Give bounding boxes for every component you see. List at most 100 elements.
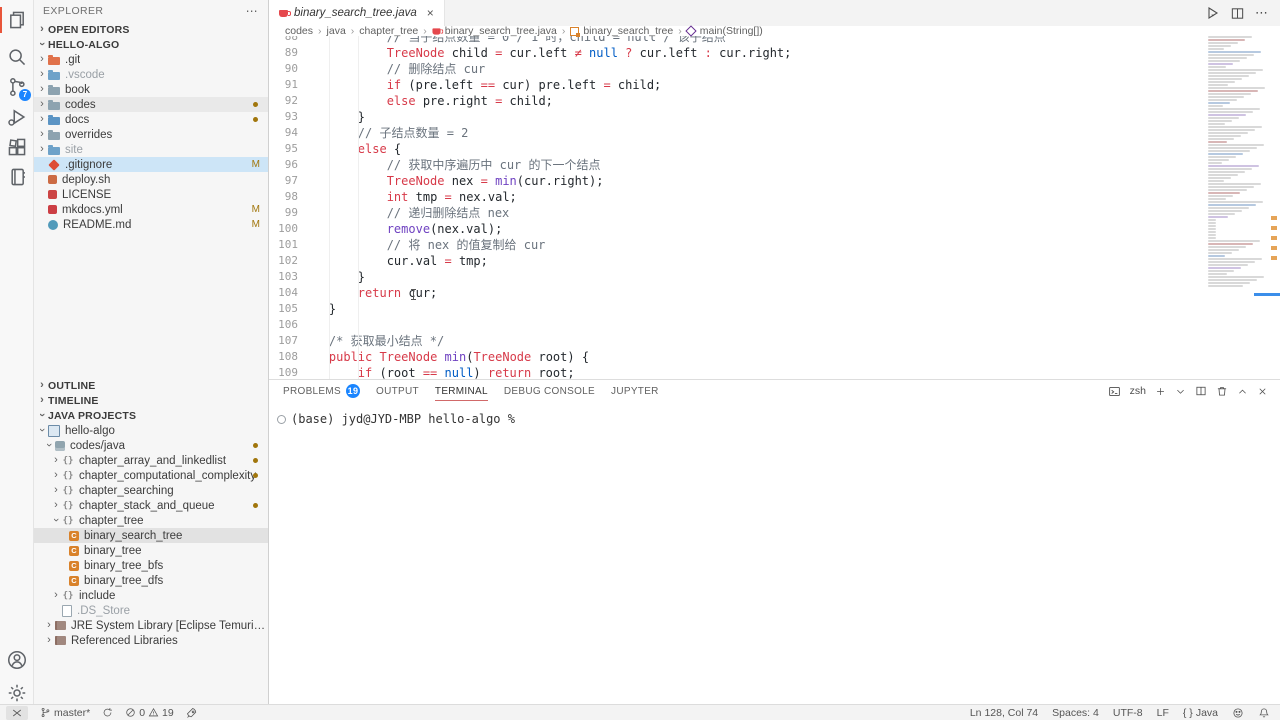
rocket-icon[interactable] (186, 707, 198, 719)
extensions-icon[interactable] (0, 132, 33, 162)
tree-item-chapter-searching[interactable]: ›{}chapter_searching (33, 483, 268, 498)
breadcrumb-item-main-string[interactable]: main(String[]) (687, 25, 763, 37)
code-line-106[interactable]: 106 (269, 317, 1280, 333)
breadcrumb-item-java[interactable]: java (327, 25, 346, 37)
line-number[interactable]: 100 (269, 221, 298, 237)
tree-item-jre-system-library-eclipse-temurin-17-17[interactable]: ›JRE System Library [Eclipse Temurin 17 … (33, 618, 268, 633)
encoding-setting[interactable]: UTF-8 (1113, 707, 1143, 719)
code-line-101[interactable]: 101 // 将 nex 的值复制给 cur (269, 237, 1280, 253)
tree-item-mkdocs-yml[interactable]: mkdocs.ymlM (33, 202, 268, 217)
breadcrumb-item-chapter-tree[interactable]: chapter_tree (359, 25, 418, 37)
code-line-89[interactable]: 89 TreeNode child = cur.left ≠ null ? cu… (269, 45, 1280, 61)
line-number[interactable]: 95 (269, 141, 298, 157)
source-control-icon[interactable]: 7 (0, 72, 33, 102)
line-number[interactable]: 96 (269, 157, 298, 173)
code-line-90[interactable]: 90 // 删除结点 cur (269, 61, 1280, 77)
code-line-98[interactable]: 98 int tmp = nex.val; (269, 189, 1280, 205)
tab-binary-search-tree[interactable]: binary_search_tree.java × (269, 0, 445, 26)
code-line-94[interactable]: 94 // 子结点数量 = 2 (269, 125, 1280, 141)
account-icon[interactable] (0, 645, 33, 675)
bell-icon[interactable] (1258, 707, 1270, 719)
code-line-97[interactable]: 97 TreeNode nex = min(cur.right); (269, 173, 1280, 189)
tree-item-hello-algo[interactable]: ›hello-algo (33, 423, 268, 438)
line-number[interactable]: 107 (269, 333, 298, 349)
line-number[interactable]: 109 (269, 365, 298, 379)
panel-tab-terminal[interactable]: TERMINAL (435, 380, 488, 402)
open-editors-header[interactable]: › OPEN EDITORS (33, 22, 268, 37)
tree-item-gitignore[interactable]: .gitignoreM (33, 157, 268, 172)
line-number[interactable]: 104 (269, 285, 298, 301)
code-line-96[interactable]: 96 // 获取中序遍历中 cur 的下一个结点 (269, 157, 1280, 173)
line-number[interactable]: 92 (269, 93, 298, 109)
more-actions-icon[interactable]: ⋯ (1255, 5, 1268, 21)
code-line-91[interactable]: 91 if (pre.left == cur) pre.left = child… (269, 77, 1280, 93)
line-number[interactable]: 93 (269, 109, 298, 125)
line-number[interactable]: 105 (269, 301, 298, 317)
tree-item-binary-tree[interactable]: Cbinary_tree (33, 543, 268, 558)
panel-tab-output[interactable]: OUTPUT (376, 380, 419, 402)
tree-item-docs[interactable]: ›docs (33, 112, 268, 127)
breadcrumb-item-codes[interactable]: codes (285, 25, 313, 37)
terminal-output[interactable]: (base) jyd@JYD-MBP hello-algo % (269, 402, 1280, 426)
code-line-103[interactable]: 103 } (269, 269, 1280, 285)
tree-item-vscode[interactable]: ›.vscode (33, 67, 268, 82)
split-terminal-icon[interactable] (1195, 385, 1207, 397)
line-number[interactable]: 98 (269, 189, 298, 205)
problems-status[interactable]: 0 19 (125, 707, 174, 719)
plus-icon[interactable] (1155, 386, 1166, 397)
line-number[interactable]: 102 (269, 253, 298, 269)
sync-icon[interactable] (102, 707, 113, 718)
tree-item-license[interactable]: LICENSE (33, 187, 268, 202)
code-editor[interactable]: 88 // 当子结点数量 = 0 / 1 时，child = null / 该子… (269, 36, 1280, 379)
code-line-102[interactable]: 102 cur.val = tmp; (269, 253, 1280, 269)
code-line-99[interactable]: 99 // 递归删除结点 nex (269, 205, 1280, 221)
code-line-100[interactable]: 100 remove(nex.val); (269, 221, 1280, 237)
search-icon[interactable] (0, 42, 33, 72)
eol-setting[interactable]: LF (1157, 707, 1169, 719)
indentation-setting[interactable]: Spaces: 4 (1052, 707, 1099, 719)
chevron-down-icon[interactable] (1175, 386, 1186, 397)
run-button[interactable] (1204, 5, 1220, 21)
trash-icon[interactable] (1216, 385, 1228, 397)
line-number[interactable]: 88 (269, 36, 298, 45)
line-number[interactable]: 103 (269, 269, 298, 285)
line-number[interactable]: 91 (269, 77, 298, 93)
code-line-109[interactable]: 109 if (root == null) return root; (269, 365, 1280, 379)
close-panel-icon[interactable] (1257, 386, 1268, 397)
tree-item-overrides[interactable]: ›overrides (33, 127, 268, 142)
line-number[interactable]: 90 (269, 61, 298, 77)
close-tab-icon[interactable]: × (427, 6, 434, 20)
breadcrumb-item-binary-search-tree-java[interactable]: binary_search_tree.java (432, 25, 557, 37)
remote-indicator-icon[interactable] (6, 706, 28, 720)
split-editor-icon[interactable] (1230, 6, 1245, 21)
tree-item-readme-md[interactable]: README.mdM (33, 217, 268, 232)
tree-item-chapter-computational-complexity[interactable]: ›{}chapter_computational_complexity (33, 468, 268, 483)
git-branch-status[interactable]: master* (40, 707, 90, 719)
panel-tab-debug-console[interactable]: DEBUG CONSOLE (504, 380, 595, 402)
tree-item-chapter-stack-and-queue[interactable]: ›{}chapter_stack_and_queue (33, 498, 268, 513)
line-number[interactable]: 106 (269, 317, 298, 333)
language-mode[interactable]: { } Java (1183, 707, 1218, 719)
feedback-icon[interactable] (1232, 707, 1244, 719)
chevron-up-icon[interactable] (1237, 386, 1248, 397)
code-line-93[interactable]: 93 } (269, 109, 1280, 125)
line-number[interactable]: 94 (269, 125, 298, 141)
explorer-icon[interactable] (0, 5, 33, 35)
line-number[interactable]: 97 (269, 173, 298, 189)
tree-item-chapter-tree[interactable]: ›{}chapter_tree (33, 513, 268, 528)
tree-item-referenced-libraries[interactable]: ›Referenced Libraries (33, 633, 268, 648)
minimap[interactable] (1208, 30, 1268, 287)
line-number[interactable]: 108 (269, 349, 298, 365)
code-line-88[interactable]: 88 // 当子结点数量 = 0 / 1 时，child = null / 该子… (269, 36, 1280, 45)
code-line-95[interactable]: 95 else { (269, 141, 1280, 157)
tree-item-include[interactable]: ›{}include (33, 588, 268, 603)
explorer-more-actions-icon[interactable]: ⋯ (246, 4, 258, 18)
code-line-104[interactable]: 104 return cur; (269, 285, 1280, 301)
run-and-debug-icon[interactable] (0, 102, 33, 132)
java-projects-header[interactable]: › JAVA PROJECTS (33, 408, 268, 423)
workspace-root-header[interactable]: › HELLO-ALGO (33, 37, 268, 52)
tree-item-binary-tree-dfs[interactable]: Cbinary_tree_dfs (33, 573, 268, 588)
tree-item-deploy-sh[interactable]: deploy.sh (33, 172, 268, 187)
code-line-108[interactable]: 108 public TreeNode min(TreeNode root) { (269, 349, 1280, 365)
panel-tab-problems[interactable]: PROBLEMS19 (283, 380, 360, 402)
